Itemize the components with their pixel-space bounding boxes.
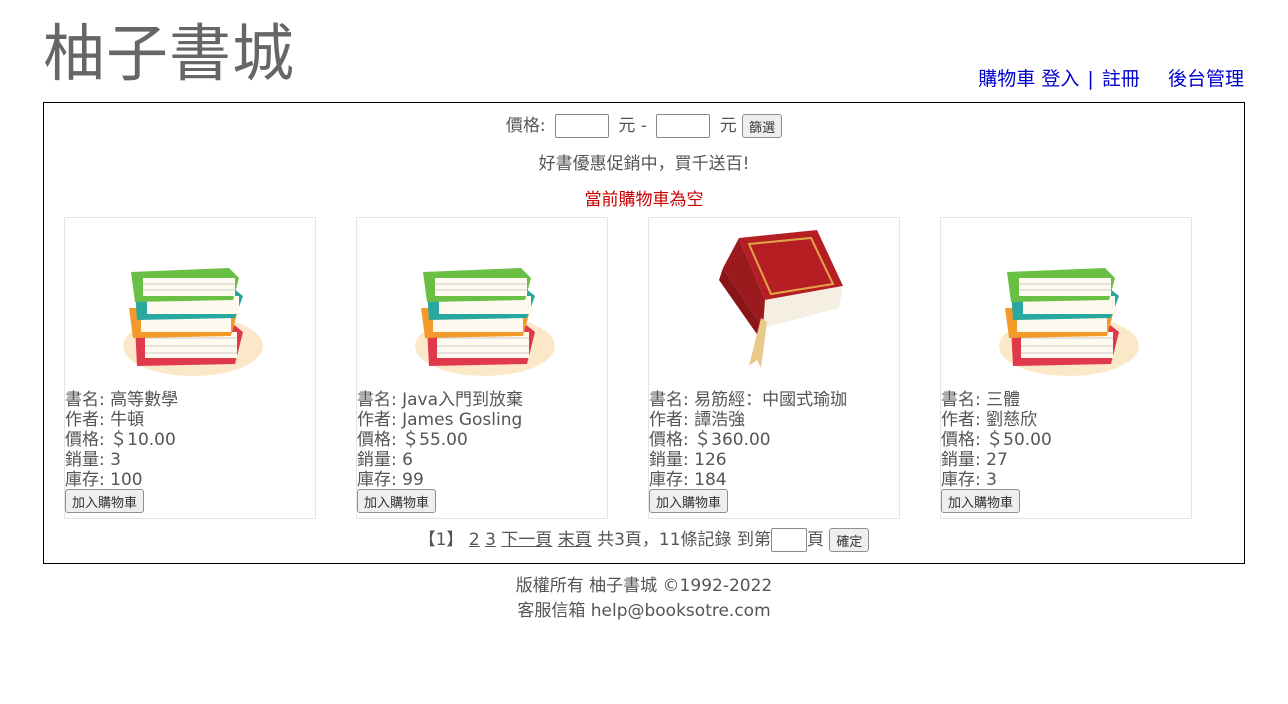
nav-login-link[interactable]: 登入 [1041, 68, 1079, 90]
last-page-link[interactable]: 末頁 [558, 530, 592, 550]
book-sales: 銷量: 126 [649, 450, 727, 470]
book-sales: 銷量: 27 [941, 450, 1008, 470]
nav-admin-link[interactable]: 後台管理 [1168, 68, 1244, 90]
books-stack-icon [407, 228, 557, 380]
book-name: 書名: 易筋經：中國式瑜珈 [649, 390, 848, 410]
add-to-cart-button[interactable]: 加入購物車 [941, 489, 1021, 513]
top-nav: 購物車 登入 | 註冊 後台管理 [978, 66, 1244, 92]
current-page: 【1】 [418, 530, 464, 550]
contact-text: 客服信箱 help@booksotre.com [517, 601, 771, 621]
header: 柚子書城 購物車 登入 | 註冊 後台管理 [0, 0, 1288, 102]
min-price-unit: 元 - [618, 116, 647, 136]
next-page-link[interactable]: 下一頁 [501, 530, 552, 550]
book-info: 書名: Java入門到放棄 作者: James Gosling 價格: ＄55.… [357, 390, 523, 490]
books-stack-icon [115, 228, 265, 380]
max-price-input[interactable] [656, 114, 711, 138]
book-stock: 庫存: 99 [357, 470, 424, 490]
book-author: 作者: 劉慈欣 [941, 410, 1038, 430]
min-price-input[interactable] [554, 114, 609, 138]
goto-page-button[interactable]: 確定 [829, 528, 870, 552]
book-sales: 銷量: 6 [357, 450, 413, 470]
book-price: 價格: ＄50.00 [941, 430, 1052, 450]
book-stock: 庫存: 100 [65, 470, 143, 490]
site-logo[interactable]: 柚子書城 [43, 14, 295, 94]
add-to-cart-button[interactable]: 加入購物車 [649, 489, 729, 513]
nav-separator: | [1087, 68, 1094, 90]
nav-cart-link[interactable]: 購物車 [978, 68, 1035, 90]
book-name: 書名: Java入門到放棄 [357, 390, 524, 410]
book-info: 書名: 三體 作者: 劉慈欣 價格: ＄50.00 銷量: 27 庫存: 3 [941, 390, 1052, 490]
nav-register-link[interactable]: 註冊 [1102, 68, 1140, 90]
book-sales: 銷量: 3 [65, 450, 121, 470]
filter-button[interactable]: 篩選 [742, 114, 783, 138]
page-2-link[interactable]: 2 [469, 530, 480, 550]
book-card: 書名: 易筋經：中國式瑜珈 作者: 譚浩強 價格: ＄360.00 銷量: 12… [648, 217, 900, 519]
book-author: 作者: James Gosling [357, 410, 523, 430]
promo-text: 好書優惠促銷中，買千送百! [538, 154, 750, 174]
pagination: 【1】 2 3 下一頁 末頁 共3頁，11條記錄 到第 頁 確定 [44, 527, 1244, 553]
book-card: 書名: 三體 作者: 劉慈欣 價格: ＄50.00 銷量: 27 庫存: 3 加… [940, 217, 1192, 519]
book-name: 書名: 高等數學 [65, 390, 179, 410]
red-book-icon [699, 228, 849, 380]
price-filter: 價格: 元 - 元 篩選 [44, 113, 1244, 139]
book-info: 書名: 高等數學 作者: 牛頓 價格: ＄10.00 銷量: 3 庫存: 100 [65, 390, 178, 490]
add-to-cart-button[interactable]: 加入購物車 [65, 489, 145, 513]
add-to-cart-button[interactable]: 加入購物車 [357, 489, 437, 513]
main-panel: 價格: 元 - 元 篩選 好書優惠促銷中，買千送百! 當前購物車為空 書名: 高… [43, 102, 1245, 564]
book-price: 價格: ＄10.00 [65, 430, 176, 450]
footer: 版權所有 柚子書城 ©1992-2022 客服信箱 help@booksotre… [0, 574, 1288, 624]
book-author: 作者: 牛頓 [65, 410, 145, 430]
book-stock: 庫存: 3 [941, 470, 997, 490]
book-card: 書名: Java入門到放棄 作者: James Gosling 價格: ＄55.… [356, 217, 608, 519]
page-suffix: 頁 [806, 530, 824, 550]
book-price: 價格: ＄55.00 [357, 430, 468, 450]
max-price-unit: 元 [719, 116, 737, 136]
book-price: 價格: ＄360.00 [649, 430, 771, 450]
goto-page-input[interactable] [770, 528, 807, 552]
cart-status: 當前購物車為空 [584, 190, 704, 210]
page-summary: 共3頁，11條記錄 到第 [597, 530, 771, 550]
book-stock: 庫存: 184 [649, 470, 727, 490]
price-label: 價格: [505, 116, 546, 136]
book-card: 書名: 高等數學 作者: 牛頓 價格: ＄10.00 銷量: 3 庫存: 100… [64, 217, 316, 519]
book-info: 書名: 易筋經：中國式瑜珈 作者: 譚浩強 價格: ＄360.00 銷量: 12… [649, 390, 847, 490]
book-author: 作者: 譚浩強 [649, 410, 746, 430]
copyright-text: 版權所有 柚子書城 ©1992-2022 [515, 576, 773, 596]
books-stack-icon [991, 228, 1141, 380]
page-3-link[interactable]: 3 [485, 530, 496, 550]
book-name: 書名: 三體 [941, 390, 1021, 410]
